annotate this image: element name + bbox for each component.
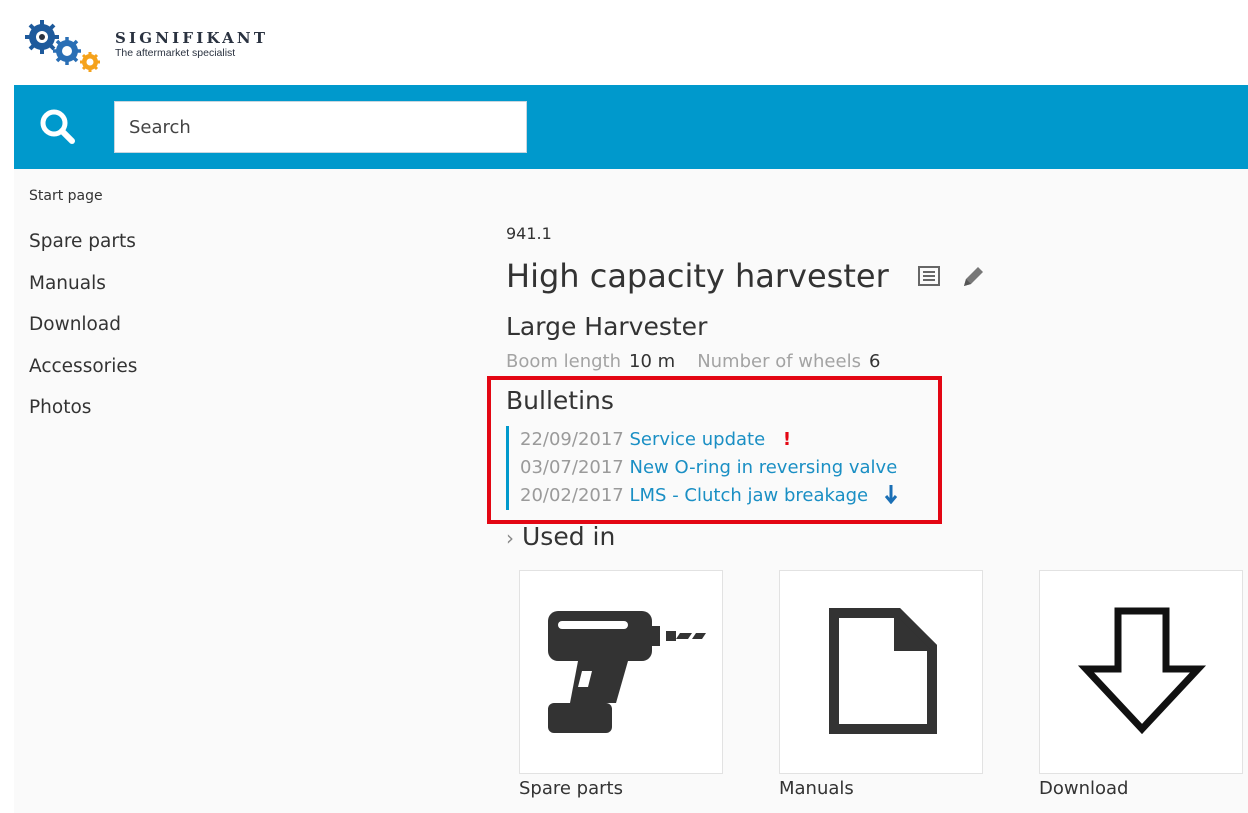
chevron-right-icon: › <box>506 526 514 550</box>
document-icon <box>829 608 937 734</box>
bulletin-link-service-update[interactable]: Service update <box>629 429 765 450</box>
attr-label-number-of-wheels: Number of wheels <box>697 351 861 372</box>
attr-value-boom-length: 10 m <box>629 351 676 372</box>
sidebar-item-download[interactable]: Download <box>29 304 229 346</box>
bulletin-item: 03/07/2017 New O-ring in reversing valve <box>520 454 898 482</box>
bulletin-date: 22/09/2017 <box>520 429 624 450</box>
brand-tagline: The aftermarket specialist <box>115 47 236 59</box>
attr-label-boom-length: Boom length <box>506 351 622 372</box>
bulletin-link-new-o-ring[interactable]: New O-ring in reversing valve <box>629 457 897 478</box>
used-in-heading: Used in <box>522 522 616 551</box>
download-arrow-icon[interactable] <box>884 484 898 504</box>
download-icon <box>1077 607 1207 735</box>
edit-pencil-icon[interactable] <box>958 262 986 290</box>
sidebar-item-spare-parts[interactable]: Spare parts <box>29 221 229 263</box>
title-actions <box>915 262 995 290</box>
search-input[interactable] <box>114 101 527 153</box>
important-flag-icon: ! <box>782 429 792 450</box>
search-icon[interactable] <box>38 107 76 145</box>
brand-name: SIGNIFIKANT <box>115 29 269 47</box>
sidebar-item-manuals[interactable]: Manuals <box>29 263 229 305</box>
bulletin-date: 20/02/2017 <box>520 485 624 506</box>
used-in-toggle[interactable]: › Used in <box>506 522 615 551</box>
bulletin-item: 20/02/2017 LMS - Clutch jaw breakage <box>520 482 898 510</box>
bulletin-link-lms-clutch[interactable]: LMS - Clutch jaw breakage <box>629 485 868 506</box>
tile-label-manuals[interactable]: Manuals <box>779 778 854 799</box>
drill-icon <box>548 611 706 733</box>
bulletin-list: 22/09/2017 Service update ! 03/07/2017 N… <box>506 426 898 510</box>
tile-download[interactable] <box>1039 570 1243 774</box>
product-subtitle: Large Harvester <box>506 312 708 341</box>
bulletin-item: 22/09/2017 Service update ! <box>520 426 898 454</box>
sidebar: Start page Spare parts Manuals Download … <box>29 184 229 429</box>
tile-label-download[interactable]: Download <box>1039 778 1128 799</box>
sidebar-item-photos[interactable]: Photos <box>29 387 229 429</box>
attr-value-number-of-wheels: 6 <box>868 351 881 372</box>
page-title: High capacity harvester <box>506 257 889 295</box>
product-attributes: Boom length 10 m Number of wheels 6 <box>506 351 902 372</box>
bulletins-heading: Bulletins <box>506 386 614 415</box>
part-number: 941.1 <box>506 224 552 243</box>
tile-label-spare-parts[interactable]: Spare parts <box>519 778 623 799</box>
sidebar-item-accessories[interactable]: Accessories <box>29 346 229 388</box>
title-row: High capacity harvester <box>506 257 996 303</box>
breadcrumb-start-page[interactable]: Start page <box>29 184 229 208</box>
sidebar-nav: Spare parts Manuals Download Accessories… <box>29 221 229 429</box>
gears-logo-icon <box>25 20 100 72</box>
logo[interactable]: SIGNIFIKANT The aftermarket specialist <box>22 14 322 74</box>
search-bar <box>14 85 1248 169</box>
tile-spare-parts[interactable] <box>519 570 723 774</box>
header: SIGNIFIKANT The aftermarket specialist <box>14 8 1248 85</box>
tile-manuals[interactable] <box>779 570 983 774</box>
list-icon[interactable] <box>915 262 943 290</box>
bulletin-date: 03/07/2017 <box>520 457 624 478</box>
